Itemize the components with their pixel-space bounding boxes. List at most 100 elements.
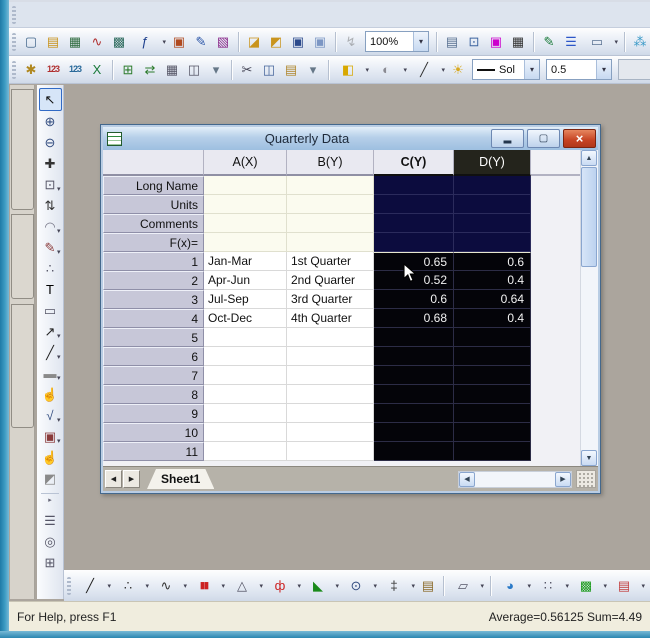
menu-statistics[interactable] — [118, 12, 132, 18]
cell-b[interactable] — [287, 347, 374, 366]
column-stats-icon[interactable]: 123 — [65, 60, 85, 80]
cell-a[interactable] — [204, 214, 287, 233]
layer-tool-icon[interactable]: ☰ — [40, 510, 61, 531]
new-worksheet-icon[interactable]: ▦ — [65, 32, 85, 52]
line-plot-icon[interactable]: ╱ — [76, 576, 112, 596]
row-number[interactable]: 5 — [103, 328, 204, 347]
tab-quick-help[interactable] — [11, 214, 34, 299]
tab-project-explorer[interactable] — [11, 89, 34, 210]
vscroll-thumb[interactable] — [581, 167, 597, 267]
dots-tool-icon[interactable]: ∴ — [40, 258, 61, 279]
sheet-tab[interactable]: Sheet1 — [147, 469, 214, 489]
spiral-tool-icon[interactable]: ◎ — [40, 531, 61, 552]
zoom-in-tool-icon[interactable]: ⊕ — [40, 111, 61, 132]
resize-grip[interactable] — [576, 470, 596, 488]
scatter-plot-icon[interactable]: ∴ — [114, 576, 150, 596]
toolbar-grip[interactable] — [67, 577, 71, 595]
cell-c-selected[interactable] — [374, 195, 454, 214]
new-notes-icon[interactable]: ✎ — [191, 32, 211, 52]
cell-d-selected[interactable] — [454, 233, 531, 252]
pointer-tool-icon[interactable]: ↖ — [39, 88, 62, 111]
vertical-cursor-tool-icon[interactable]: ⇅ — [40, 195, 61, 216]
horizontal-scrollbar[interactable]: ◀ ▶ — [458, 471, 572, 488]
new-layout-icon[interactable]: ▣ — [169, 32, 189, 52]
maximize-button[interactable]: ▢ — [527, 129, 560, 148]
column-header-d[interactable]: D(Y) — [454, 150, 531, 176]
cell-d-selected[interactable] — [454, 423, 531, 442]
cell-a[interactable] — [204, 423, 287, 442]
cell-a[interactable] — [204, 366, 287, 385]
scroll-right-icon[interactable]: ▶ — [555, 472, 571, 487]
save-icon[interactable]: ▣ — [288, 32, 308, 52]
brightness-icon[interactable]: ☀ — [448, 60, 468, 80]
stock-plot-icon[interactable]: ‡ — [380, 576, 416, 596]
capture-image-icon[interactable]: ▣ — [486, 32, 506, 52]
menu-worksheet[interactable] — [90, 12, 104, 18]
close-button[interactable]: × — [563, 129, 596, 148]
row-number[interactable]: 4 — [103, 309, 204, 328]
rotate-3d-tool-icon[interactable]: ◩ — [40, 468, 61, 489]
box-plot-icon[interactable]: ф — [266, 576, 302, 596]
arrow-tool-icon[interactable]: ↗ — [40, 321, 61, 342]
polar-plot-icon[interactable]: ⊙ — [342, 576, 378, 596]
cell-c-selected[interactable] — [374, 176, 454, 195]
fill-area-plot-icon[interactable]: ◣ — [304, 576, 340, 596]
sheet-prev-icon[interactable]: ◀ — [105, 470, 122, 488]
column-plot-icon[interactable]: ▮▮ — [190, 576, 226, 596]
surface-3d-plot-icon[interactable]: ◕ — [496, 576, 532, 596]
cell-b[interactable] — [287, 214, 374, 233]
insert-graph-tool-icon[interactable]: ▣ — [40, 426, 61, 447]
zoom-dropdown-icon[interactable] — [413, 32, 428, 51]
scroll-up-icon[interactable]: ▲ — [581, 150, 597, 166]
merge-tool-icon[interactable]: ⊞ — [40, 552, 61, 573]
area-plot-icon[interactable]: △ — [228, 576, 264, 596]
row-label[interactable]: Long Name — [103, 176, 204, 195]
cell-a[interactable]: Apr-Jun — [204, 271, 287, 290]
row-label[interactable]: Units — [103, 195, 204, 214]
vertical-scrollbar[interactable]: ▲ ▼ — [580, 150, 598, 466]
template-window-icon[interactable]: ▤ — [418, 576, 438, 596]
add-sparklines-icon[interactable]: ✱ — [21, 60, 41, 80]
menu-file[interactable] — [20, 12, 34, 18]
toolbar-expand-icon[interactable]: ▸ — [41, 493, 59, 506]
line-width-combo[interactable]: 0.5 — [546, 59, 612, 80]
cell-c-selected[interactable] — [374, 423, 454, 442]
cell-c-selected[interactable] — [374, 442, 454, 461]
toolbar-overflow-icon[interactable]: ▾ — [303, 60, 323, 80]
zoom-out-tool-icon[interactable]: ⊖ — [40, 132, 61, 153]
cell-a[interactable]: Jul-Sep — [204, 290, 287, 309]
cell-a[interactable] — [204, 233, 287, 252]
line-width-dropdown-icon[interactable] — [596, 60, 611, 79]
cell-b[interactable]: 1st Quarter — [287, 252, 374, 271]
cut-icon[interactable]: ✂ — [237, 60, 257, 80]
menu-help[interactable] — [188, 12, 202, 18]
new-project-icon[interactable]: ▢ — [21, 32, 41, 52]
cell-a[interactable] — [204, 195, 287, 214]
cell-a[interactable] — [204, 347, 287, 366]
print-icon[interactable]: ▤ — [442, 32, 462, 52]
open-template-icon[interactable]: ◩ — [266, 32, 286, 52]
new-report-icon[interactable]: ▧ — [213, 32, 233, 52]
menubar-grip[interactable] — [12, 6, 16, 24]
menu-tools[interactable] — [146, 12, 160, 18]
project-explorer-icon[interactable]: ⁂ — [630, 32, 650, 52]
cell-a[interactable]: Oct-Dec — [204, 309, 287, 328]
column-header-b[interactable]: B(Y) — [287, 150, 374, 176]
menu-edit[interactable] — [34, 12, 48, 18]
new-folder-icon[interactable]: ▤ — [43, 32, 63, 52]
screen-reader-tool-icon[interactable]: ✚ — [40, 153, 61, 174]
import-excel-icon[interactable]: X — [87, 60, 107, 80]
hscroll-track[interactable] — [475, 472, 555, 487]
new-matrix-icon[interactable]: ▩ — [109, 32, 129, 52]
cell-b[interactable]: 2nd Quarter — [287, 271, 374, 290]
cell-d-selected[interactable]: 0.6 — [454, 252, 531, 271]
cell-a[interactable] — [204, 385, 287, 404]
cell-b[interactable] — [287, 195, 374, 214]
edit-mode-icon[interactable]: ✎ — [539, 32, 559, 52]
open-icon[interactable]: ◪ — [244, 32, 264, 52]
column-header-c[interactable]: C(Y) — [374, 150, 454, 176]
rectangle-tool-icon[interactable]: ▬ — [40, 363, 61, 384]
cell-b[interactable] — [287, 176, 374, 195]
menu-analysis[interactable] — [104, 12, 118, 18]
cell-d-selected[interactable] — [454, 442, 531, 461]
